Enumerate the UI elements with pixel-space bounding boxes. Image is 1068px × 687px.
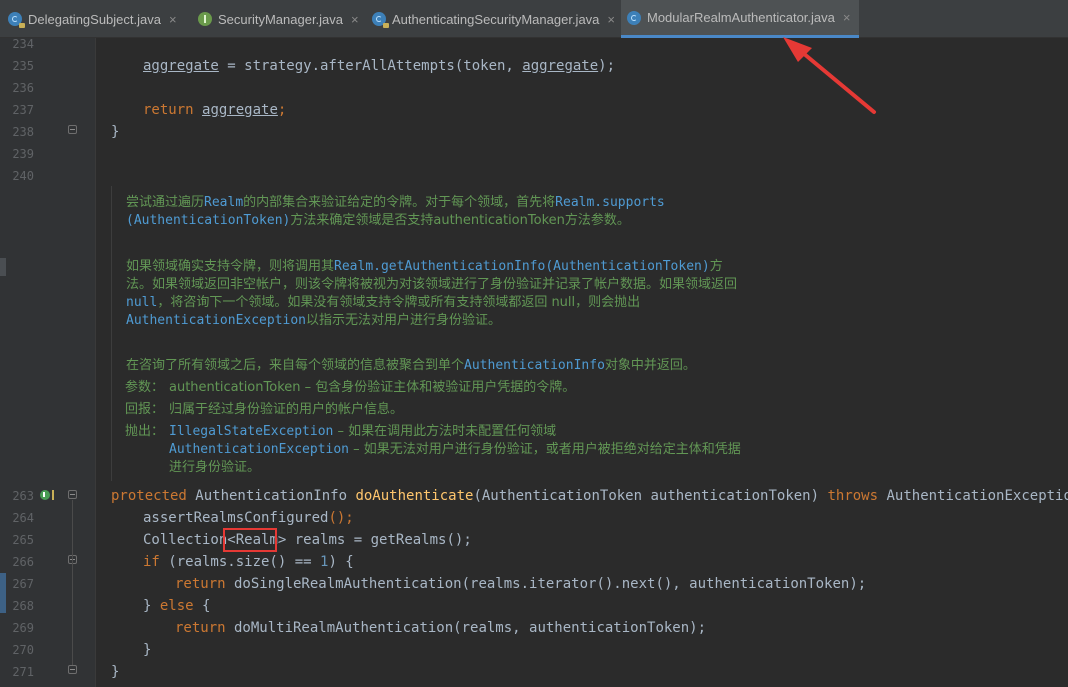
annotation-arrow xyxy=(783,37,876,114)
arrow-shaft xyxy=(795,46,876,114)
